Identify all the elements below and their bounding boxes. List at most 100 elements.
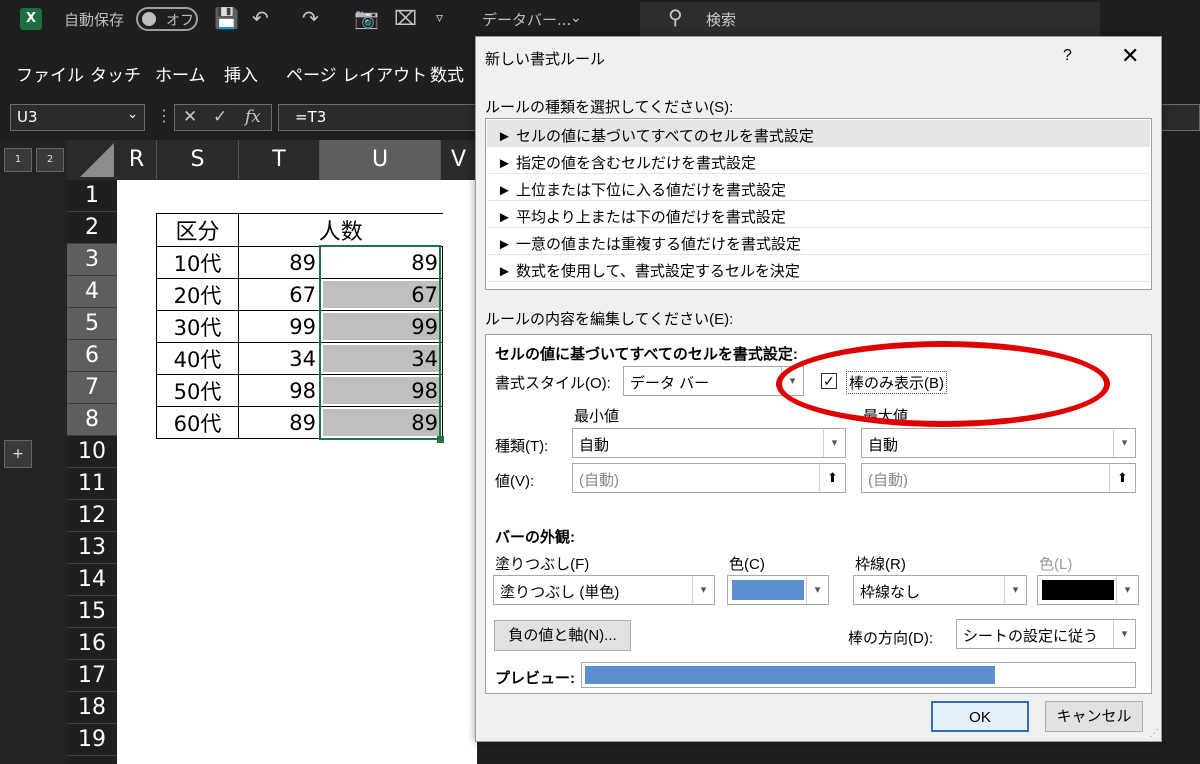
tab-formulas[interactable]: 数式 [430,61,464,86]
row-header[interactable]: 14 [67,564,117,596]
chevron-down-icon[interactable]: ⌄ [570,10,582,26]
border-select[interactable]: 枠線なし ▾ [853,575,1027,605]
cell-databar[interactable]: 89 [320,246,443,279]
row-header[interactable]: 1 [67,180,117,212]
clear-format-icon[interactable]: ⌧ [394,6,417,30]
cell-category[interactable]: 40代 [156,342,239,375]
header-count[interactable]: 人数 [238,213,443,247]
fill-select[interactable]: 塗りつぶし (単色) ▾ [493,575,715,605]
tab-home[interactable]: ホーム [155,61,206,86]
cell-value[interactable]: 99 [238,310,321,343]
row-header[interactable]: 10 [67,436,117,468]
row-header[interactable]: 17 [67,660,117,692]
direction-select[interactable]: シートの設定に従う ▾ [956,619,1136,649]
close-icon[interactable]: ✕ [1121,43,1139,69]
tab-file[interactable]: ファイル [16,61,84,86]
row-header[interactable]: 18 [67,692,117,724]
column-header-selected[interactable]: U [320,140,441,180]
insert-function-icon[interactable]: fx [245,107,261,127]
column-header[interactable]: V [441,140,477,180]
cell-value[interactable]: 34 [238,342,321,375]
select-all-button[interactable] [67,140,117,180]
negative-value-axis-button[interactable]: 負の値と軸(N)... [494,620,631,651]
tab-page-layout[interactable]: ページ レイアウト [286,61,427,86]
min-type-select[interactable]: 自動 ▾ [572,428,846,458]
row-header[interactable]: 3 [67,244,117,276]
cell-value[interactable]: 89 [238,246,321,279]
cell-databar[interactable]: 67 [320,278,443,311]
row-header[interactable]: 4 [67,276,117,308]
chevron-down-icon[interactable]: ⌄ [127,107,138,122]
redo-icon[interactable]: ↷ [302,6,319,30]
chevron-down-icon[interactable]: ▾ [781,367,803,395]
cell-databar[interactable]: 89 [320,406,443,439]
document-name[interactable]: データバー... [482,9,571,30]
undo-icon[interactable]: ↶ [252,6,269,30]
border-color-picker[interactable]: ▾ [1037,575,1139,605]
fill-color-picker[interactable]: ▾ [727,575,829,605]
column-header[interactable]: T [239,140,320,180]
outline-level-2-button[interactable]: 2 [36,148,64,172]
rule-type-item[interactable]: ► 平均より上または下の値だけを書式設定 [487,201,1150,228]
cell-category[interactable]: 50代 [156,374,239,407]
cell-value[interactable]: 89 [238,406,321,439]
chevron-down-icon[interactable]: ▾ [1116,576,1138,604]
chevron-down-icon[interactable]: ▾ [692,576,714,604]
row-header[interactable]: 16 [67,628,117,660]
row-header[interactable]: 8 [67,404,117,436]
camera-icon[interactable]: 📷 [354,6,379,30]
row-header[interactable]: 13 [67,532,117,564]
name-box[interactable]: U3 ⌄ [10,104,145,131]
column-header[interactable]: S [157,140,239,180]
format-style-select[interactable]: データ バー ▾ [623,366,804,396]
row-header[interactable]: 5 [67,308,117,340]
cancel-icon[interactable]: ✕ [183,107,197,127]
help-button[interactable]: ? [1063,47,1072,65]
resize-grip-icon[interactable]: ⋰ [1149,728,1159,739]
row-header[interactable]: 12 [67,500,117,532]
tab-touch[interactable]: タッチ [90,61,141,86]
cell-category[interactable]: 20代 [156,278,239,311]
cell-value[interactable]: 67 [238,278,321,311]
outline-level-1-button[interactable]: 1 [4,148,32,172]
chevron-down-icon[interactable]: ▾ [1113,429,1135,457]
rule-type-item[interactable]: ► 一意の値または重複する値だけを書式設定 [487,228,1150,255]
row-header[interactable]: 15 [67,596,117,628]
max-value-input[interactable]: (自動) ⬆ [861,463,1136,493]
enter-icon[interactable]: ✓ [213,107,227,127]
rule-type-item[interactable]: ► 数式を使用して、書式設定するセルを決定 [487,255,1150,282]
autosave-toggle[interactable]: オフ [136,7,198,31]
chevron-down-icon[interactable]: ▾ [806,576,828,604]
rule-type-item[interactable]: ► セルの値に基づいてすべてのセルを書式設定 [487,120,1150,147]
cell-databar[interactable]: 98 [320,374,443,407]
ok-button[interactable]: OK [931,701,1029,732]
chevron-down-icon[interactable]: ▾ [1004,576,1026,604]
row-header[interactable]: 2 [67,212,117,244]
row-header[interactable]: 11 [67,468,117,500]
customize-toolbar-icon[interactable]: ▿ [436,10,443,26]
min-value-input[interactable]: (自動) ⬆ [572,463,846,493]
expand-group-button[interactable]: + [4,440,32,468]
chevron-down-icon[interactable]: ▾ [1113,620,1135,648]
collapse-dialog-icon[interactable]: ⬆ [819,464,845,492]
cell-value[interactable]: 98 [238,374,321,407]
cancel-button[interactable]: キャンセル [1045,701,1143,732]
save-icon[interactable]: 💾 [214,6,239,30]
chevron-down-icon[interactable]: ▾ [823,429,845,457]
bar-only-label[interactable]: 棒のみ表示(B) [846,371,947,394]
cell-category[interactable]: 10代 [156,246,239,279]
collapse-dialog-icon[interactable]: ⬆ [1109,464,1135,492]
row-header[interactable]: 7 [67,372,117,404]
header-category[interactable]: 区分 [156,213,239,247]
column-header[interactable]: R [117,140,157,180]
fill-handle[interactable] [437,436,444,443]
rule-type-item[interactable]: ► 上位または下位に入る値だけを書式設定 [487,174,1150,201]
rule-type-item[interactable]: ► 指定の値を含むセルだけを書式設定 [487,147,1150,174]
tab-insert[interactable]: 挿入 [224,61,258,86]
row-header[interactable]: 19 [67,724,117,756]
cell-category[interactable]: 30代 [156,310,239,343]
cell-databar[interactable]: 34 [320,342,443,375]
max-type-select[interactable]: 自動 ▾ [861,428,1136,458]
cell-databar[interactable]: 99 [320,310,443,343]
cell-category[interactable]: 60代 [156,406,239,439]
